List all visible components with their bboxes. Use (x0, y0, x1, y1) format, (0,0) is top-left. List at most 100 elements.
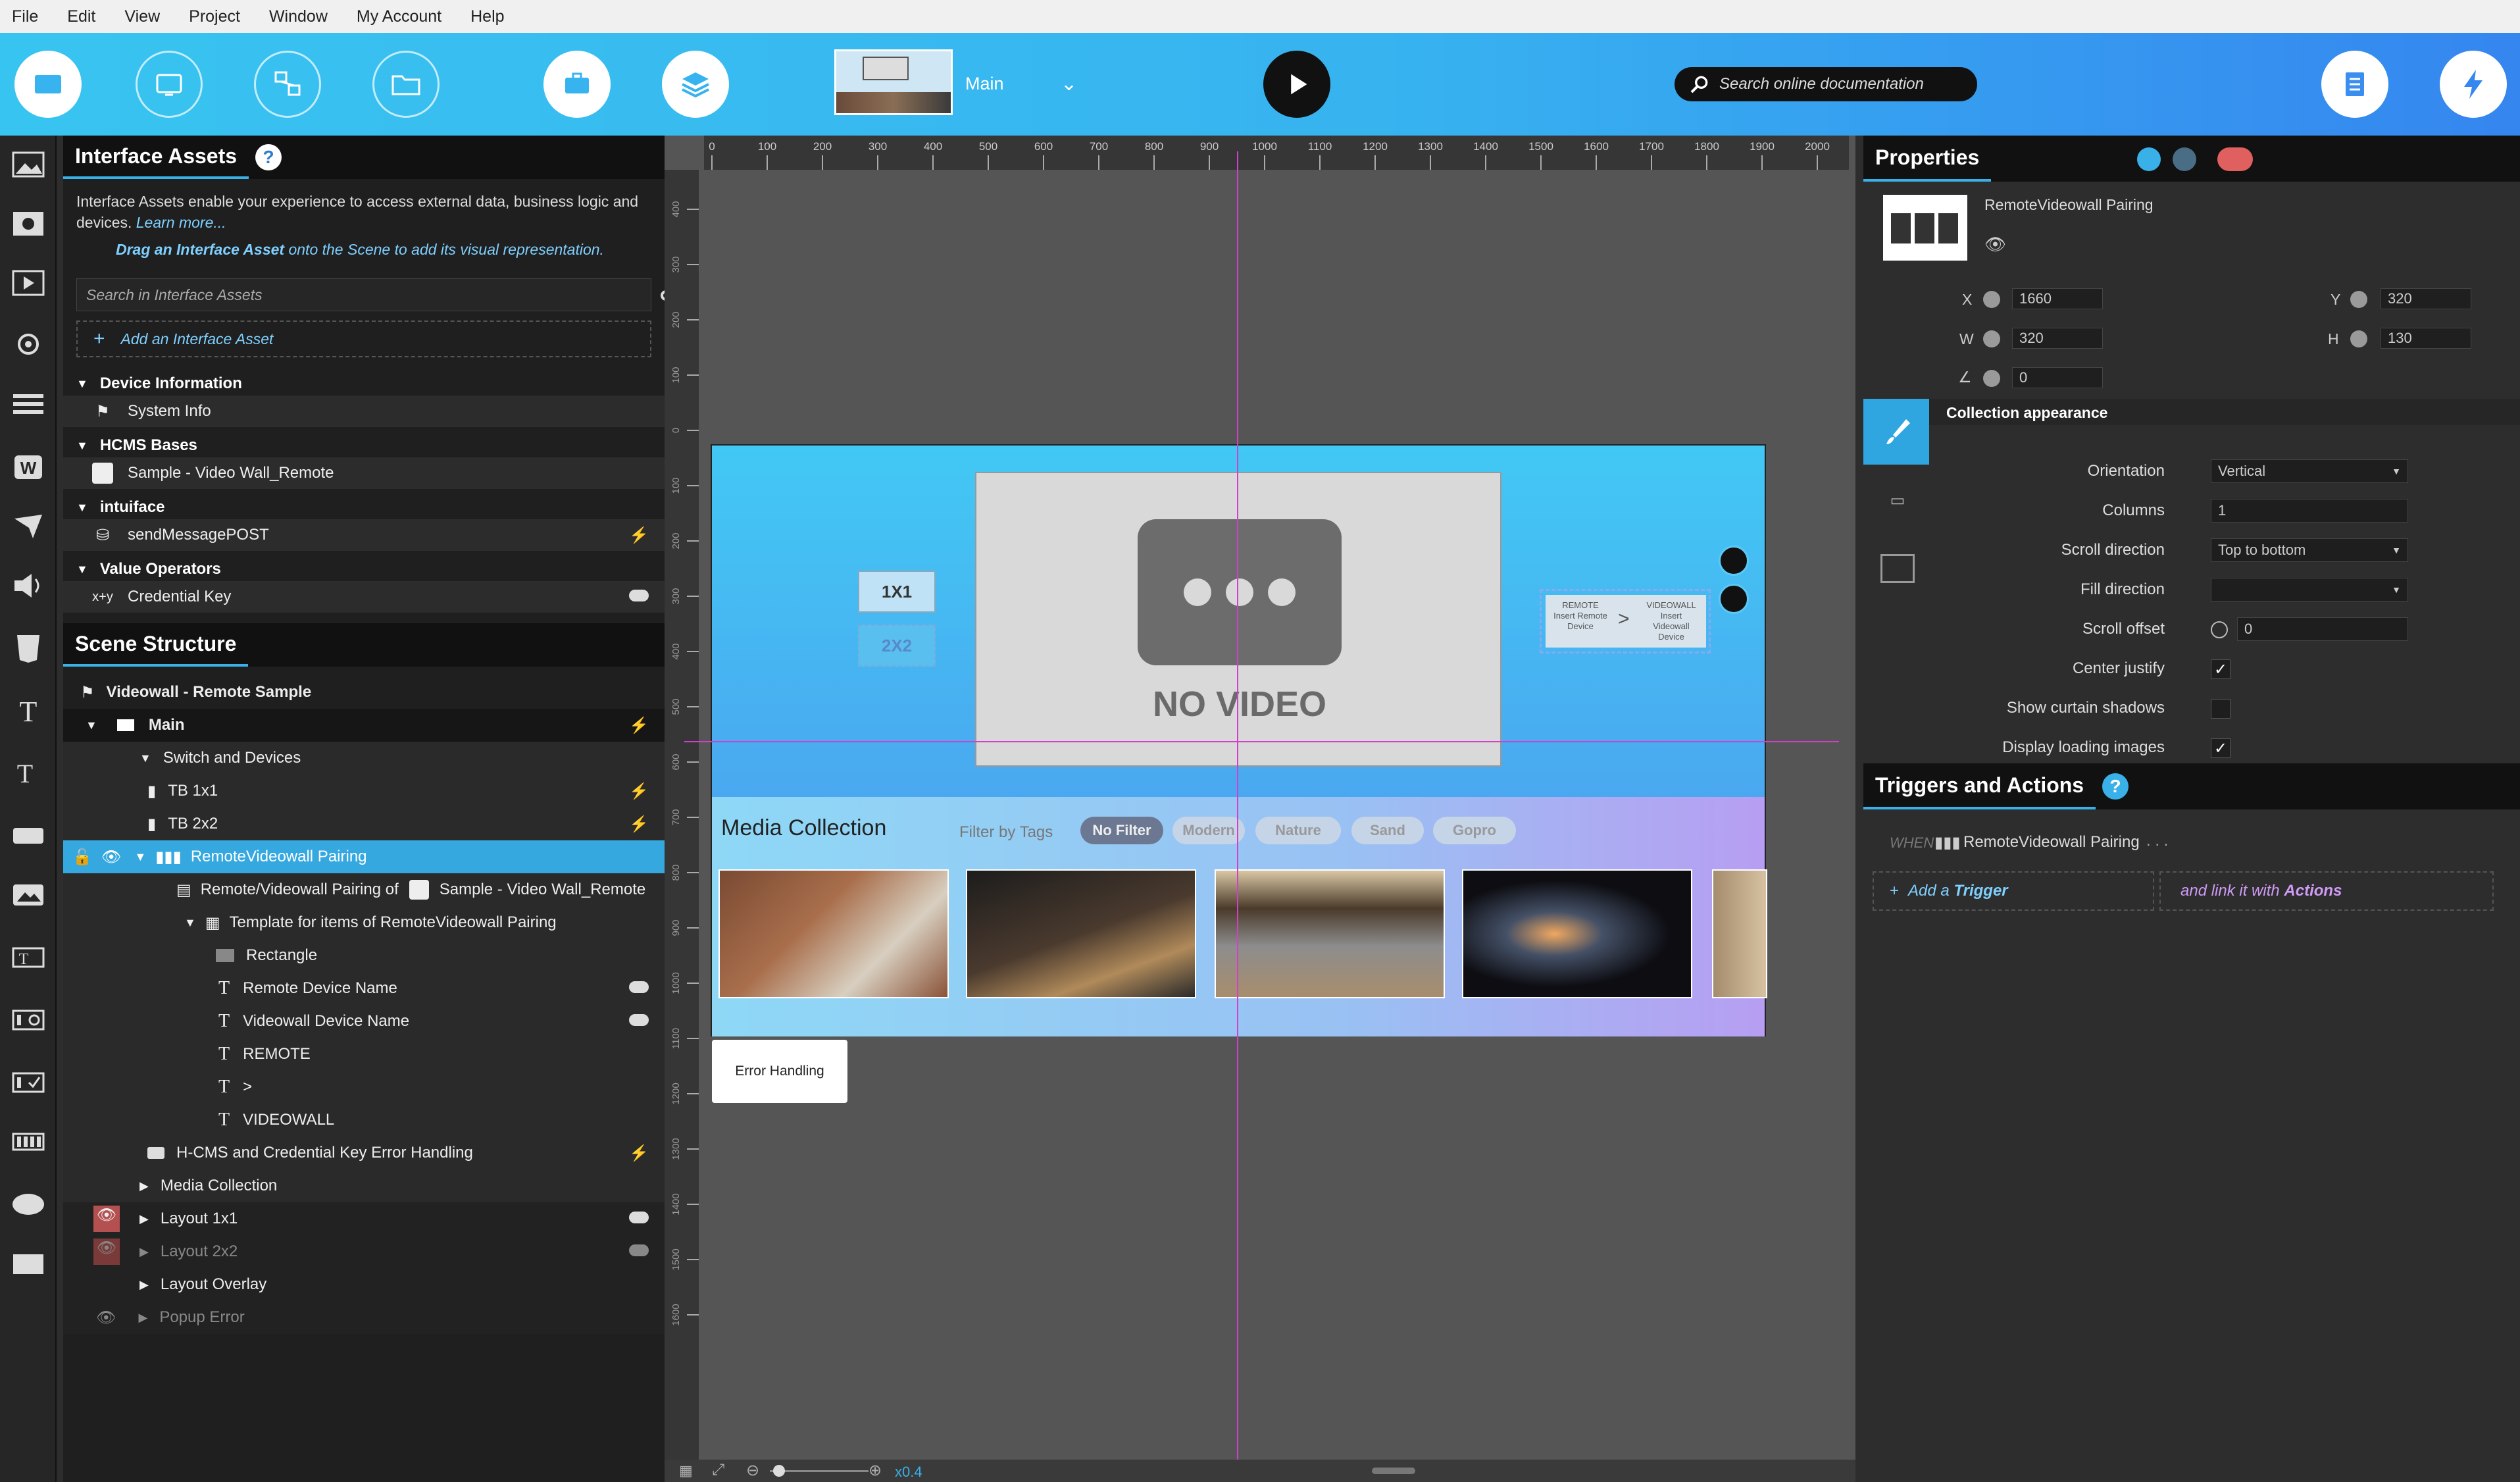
asset-hcms-sample[interactable]: Sample - Video Wall_Remote (63, 457, 665, 489)
tag-sand[interactable]: Sand (1351, 817, 1424, 844)
tree-item-tb-1x1[interactable]: ▮ TB 1x1 ⚡ (63, 775, 665, 807)
eye-icon[interactable]: 👁 (101, 848, 121, 867)
assets-button[interactable] (543, 51, 611, 118)
eye-hidden-icon[interactable]: 👁 (93, 1239, 120, 1265)
h-lock-icon[interactable] (2350, 330, 2367, 347)
list-asset-icon[interactable] (9, 389, 47, 421)
learn-more-link[interactable]: Learn more... (136, 214, 226, 231)
media-photo-2[interactable] (966, 869, 1196, 998)
toggle-asset-icon[interactable] (9, 1004, 47, 1036)
tree-item-remote-device-name[interactable]: T Remote Device Name (63, 972, 665, 1005)
w-field[interactable]: 320 (2012, 328, 2103, 349)
layout-1x1-button[interactable]: 1X1 (858, 571, 936, 613)
fill-direction-select[interactable]: ▼ (2211, 578, 2408, 601)
player-asset-icon[interactable] (9, 267, 47, 299)
menu-window[interactable]: Window (269, 7, 328, 26)
angle-lock-icon[interactable] (1983, 370, 2000, 387)
lock-icon[interactable]: 🔓 (72, 848, 92, 867)
audio-asset-icon[interactable] (9, 570, 47, 601)
visibility-toggle-icon[interactable] (629, 1012, 649, 1031)
menu-project[interactable]: Project (189, 7, 240, 26)
interface-assets-search[interactable]: Search in Interface Assets (76, 278, 671, 311)
layout-2x2-button[interactable]: 2X2 (858, 625, 936, 667)
tree-item-main[interactable]: ▼ Main ⚡ (63, 709, 665, 742)
devices-button[interactable] (136, 51, 203, 118)
html-asset-icon[interactable] (9, 632, 47, 664)
zoom-slider-handle[interactable] (773, 1465, 785, 1477)
center-justify-checkbox[interactable]: ✓ (2211, 659, 2230, 679)
appearance-tab[interactable] (1863, 399, 1929, 465)
tree-item-remote-label[interactable]: T REMOTE (63, 1038, 665, 1071)
w-lock-icon[interactable] (1983, 330, 2000, 347)
asset-system-info[interactable]: ⚑ System Info (63, 396, 665, 427)
eye-icon[interactable]: 👁 (93, 1206, 120, 1232)
collection-asset-icon[interactable] (9, 1126, 47, 1158)
menu-help[interactable]: Help (470, 7, 504, 26)
tree-item-error-handling[interactable]: H-CMS and Credential Key Error Handling ⚡ (63, 1137, 665, 1169)
rich-text-asset-icon[interactable]: T (9, 757, 47, 789)
size-tab-icon[interactable]: ▭ (1877, 491, 1919, 517)
tree-item-remote-videowall-pairing[interactable]: 🔓 👁 ▼ ▮▮▮ RemoteVideowall Pairing (63, 840, 665, 873)
error-handling-button[interactable]: Error Handling (712, 1040, 847, 1103)
section-intuiface[interactable]: ▼ intuiface (63, 496, 665, 519)
tag-nature[interactable]: Nature (1255, 817, 1341, 844)
play-button[interactable] (1263, 51, 1330, 118)
h-field[interactable]: 130 (2381, 328, 2471, 349)
tree-item-media-collection[interactable]: ▶ Media Collection (63, 1169, 665, 1202)
stack-button[interactable] (662, 51, 729, 118)
add-trigger-button[interactable]: + Add a Trigger (1873, 871, 2154, 911)
visibility-toggle-icon[interactable] (629, 1210, 649, 1228)
documentation-search[interactable]: Search online documentation (1675, 67, 1977, 101)
fit-icon[interactable]: ⤢ (712, 1461, 724, 1479)
tree-item-layout-2x2[interactable]: 👁 ▶ Layout 2x2 (63, 1235, 665, 1268)
video-asset-icon[interactable] (9, 208, 47, 240)
scene-thumbnail[interactable] (834, 49, 953, 115)
checklist-button[interactable] (2321, 51, 2388, 118)
tree-item-videowall-label[interactable]: T VIDEOWALL (63, 1104, 665, 1137)
map-asset-icon[interactable] (9, 511, 47, 542)
media-photo-3[interactable] (1215, 869, 1445, 998)
files-button[interactable] (372, 51, 440, 118)
checkbox-asset-icon[interactable] (9, 1067, 47, 1098)
remote-videowall-pairing-selection[interactable]: REMOTE Insert Remote Device > VIDEOWALL … (1540, 589, 1711, 653)
add-interface-asset-button[interactable]: + Add an Interface Asset (76, 320, 651, 357)
zoom-in-icon[interactable]: ⊕ (869, 1461, 882, 1480)
grid-icon[interactable]: ▦ (679, 1462, 693, 1479)
dock-icon[interactable] (2137, 147, 2161, 171)
visibility-toggle-icon[interactable] (629, 979, 649, 998)
tree-item-layout-overlay[interactable]: ▶ Layout Overlay (63, 1268, 665, 1301)
gear-handle-icon[interactable] (1719, 546, 1749, 576)
eye-icon[interactable]: 👁 (1984, 234, 2006, 255)
y-field[interactable]: 320 (2381, 288, 2471, 309)
x-lock-icon[interactable] (1983, 291, 2000, 308)
tree-item-rectangle[interactable]: Rectangle (63, 939, 665, 972)
tree-item-switch-devices[interactable]: ▼ Switch and Devices (63, 742, 665, 775)
visibility-toggle-icon[interactable] (629, 1242, 649, 1261)
scene-root[interactable]: ⚑ Videowall - Remote Sample (63, 676, 665, 709)
loading-images-checkbox[interactable]: ✓ (2211, 738, 2230, 758)
scroll-direction-select[interactable]: Top to bottom ▼ (2211, 538, 2408, 562)
orientation-select[interactable]: Vertical ▼ (2211, 459, 2408, 483)
asset-send-message-post[interactable]: ⛁ sendMessagePOST ⚡ (63, 519, 665, 551)
curtain-shadows-checkbox[interactable] (2211, 699, 2230, 719)
horizontal-scrollbar[interactable] (1372, 1468, 1415, 1474)
media-photo-1[interactable] (718, 869, 949, 998)
scene-canvas[interactable]: NO VIDEO 1X1 2X2 REMOTE Insert Remote De… (711, 444, 1767, 1036)
section-hcms-bases[interactable]: ▼ HCMS Bases (63, 434, 665, 457)
media-photo-5[interactable] (1712, 869, 1767, 998)
web-asset-icon[interactable]: W (9, 451, 47, 483)
power-button[interactable] (2440, 51, 2507, 118)
angle-field[interactable]: 0 (2012, 367, 2103, 388)
image-button-asset-icon[interactable] (9, 879, 47, 911)
tree-item-layout-1x1[interactable]: 👁 ▶ Layout 1x1 (63, 1202, 665, 1235)
link-handle-icon[interactable] (1719, 584, 1749, 614)
columns-field[interactable]: 1 (2211, 499, 2408, 523)
tag-modern[interactable]: Modern (1172, 817, 1245, 844)
image-asset-icon[interactable] (9, 149, 47, 180)
tree-item-tb-2x2[interactable]: ▮ TB 2x2 ⚡ (63, 807, 665, 840)
tag-gopro[interactable]: Gopro (1433, 817, 1516, 844)
menu-view[interactable]: View (124, 7, 160, 26)
edit-mode-button[interactable] (14, 51, 82, 118)
scroll-offset-field[interactable]: 0 (2237, 617, 2408, 641)
eye-hidden-icon[interactable]: 👁 (96, 1308, 116, 1327)
